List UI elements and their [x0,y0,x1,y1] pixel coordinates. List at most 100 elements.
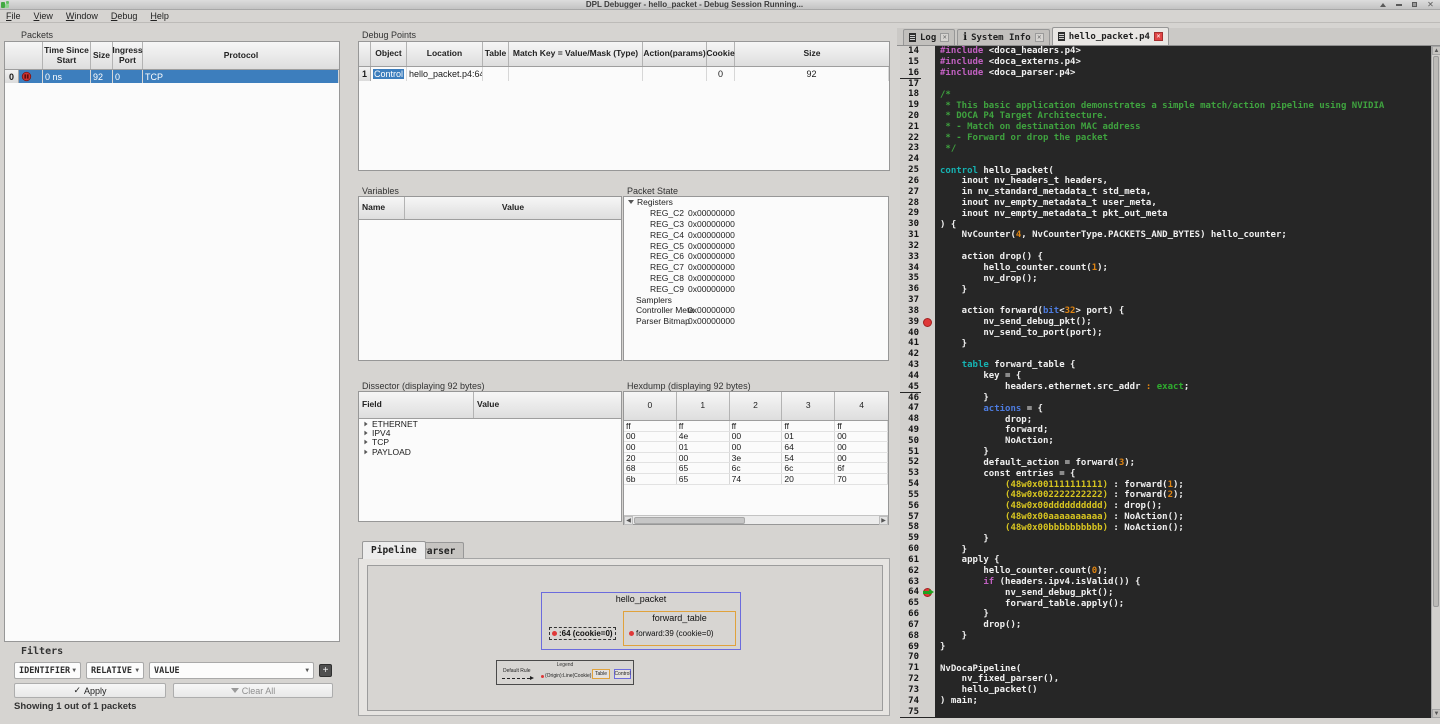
dissector-col-header[interactable]: Value [474,392,621,418]
breakpoint-gutter[interactable] [921,67,935,79]
tree-item[interactable]: REG_C4 0x00000000 [624,229,888,240]
packets-col-header[interactable]: Size [91,42,113,69]
tree-item[interactable]: Samplers [624,294,888,305]
filter-identifier-dropdown[interactable]: IDENTIFIER ▼ [14,662,81,679]
breakpoint-gutter[interactable] [921,511,935,523]
packets-col-header[interactable]: Time Since Start [43,42,91,69]
tree-item[interactable]: REG_C5 0x00000000 [624,240,888,251]
shade-window-icon[interactable] [1378,1,1387,9]
breakpoint-gutter[interactable] [921,110,935,122]
breakpoint-gutter[interactable] [921,338,935,350]
tab-pipeline[interactable]: Pipeline [362,541,426,559]
breakpoint-gutter[interactable] [921,284,935,296]
breakpoint-gutter[interactable] [921,630,935,642]
add-filter-button[interactable]: + [319,664,332,677]
breakpoint-gutter[interactable] [921,609,935,620]
breakpoint-gutter[interactable] [921,544,935,555]
breakpoint-gutter[interactable] [921,424,935,436]
hexdump-col-header[interactable]: 3 [782,392,836,420]
dissector-row[interactable]: IPV4 [359,428,621,438]
debug-points-col-header[interactable]: Match Key = Value/Mask (Type) [509,42,643,66]
debug-point-row[interactable]: 1 Control hello_packet.p4:64 0 92 [359,67,889,81]
breakpoint-gutter[interactable] [921,576,935,588]
tree-item[interactable]: REG_C3 0x00000000 [624,219,888,230]
close-tab-icon[interactable]: ✕ [1153,32,1163,41]
breakpoint-gutter[interactable] [921,208,935,220]
tree-item[interactable]: Registers [624,197,888,208]
breakpoint-gutter[interactable] [921,619,935,631]
dissector-row[interactable]: ETHERNET [359,419,621,429]
scroll-down-icon[interactable]: ▼ [1432,709,1440,718]
breakpoint-gutter[interactable] [921,641,935,653]
breakpoint-gutter[interactable] [921,186,935,198]
expand-icon[interactable] [364,421,368,427]
breakpoint-gutter[interactable] [921,230,935,241]
breakpoint-gutter[interactable] [921,175,935,187]
tree-item[interactable]: REG_C6 0x00000000 [624,251,888,262]
breakpoint-gutter[interactable] [921,165,935,176]
breakpoint-gutter[interactable] [921,381,935,393]
maximize-icon[interactable] [1410,1,1419,9]
hexdump-col-header[interactable]: 4 [835,392,888,420]
debug-points-col-header[interactable]: Object [371,42,407,66]
dissector-row[interactable]: PAYLOAD [359,447,621,457]
breakpoint-gutter[interactable] [921,695,935,707]
tab-hello-packet-p4[interactable]: hello_packet.p4 ✕ [1051,27,1169,45]
scrollbar-thumb[interactable] [634,516,745,524]
breakpoint-gutter[interactable] [921,457,935,469]
hexdump-col-header[interactable]: 0 [624,392,677,420]
breakpoint-gutter[interactable] [921,143,935,155]
close-window-icon[interactable]: ✕ [1426,0,1435,9]
breakpoint-gutter[interactable] [921,262,935,274]
packets-col-header[interactable]: Protocol [143,42,339,69]
hexdump-col-header[interactable]: 1 [677,392,730,420]
breakpoint-gutter[interactable] [921,587,935,599]
editor-scrollbar[interactable]: ▲ ▼ [1431,46,1440,718]
breakpoint-gutter[interactable] [921,46,935,57]
variables-col-header[interactable]: Name [359,197,405,219]
breakpoint-gutter[interactable] [921,273,935,285]
tree-item[interactable]: REG_C9 0x00000000 [624,283,888,294]
debug-points-col-header[interactable]: Location [407,42,483,66]
menu-window[interactable]: Window [66,11,98,21]
breakpoint-gutter[interactable] [921,500,935,512]
menu-file[interactable]: File [6,11,21,21]
breakpoint-gutter[interactable] [921,479,935,490]
breakpoint-gutter[interactable] [921,414,935,425]
breakpoint-gutter[interactable] [921,305,935,317]
hexdump-scrollbar[interactable]: ◀ ▶ [624,515,888,525]
debug-points-col-header[interactable]: Table [483,42,509,66]
dissector-row[interactable]: TCP [359,437,621,447]
breakpoint-gutter[interactable] [921,533,935,545]
pipeline-default-rule[interactable]: :64 (cookie=0) [549,627,616,640]
minimize-icon[interactable] [1394,1,1403,9]
expand-icon[interactable] [364,439,368,445]
breakpoint-gutter[interactable] [921,197,935,209]
breakpoint-gutter[interactable] [921,663,935,675]
tree-item[interactable]: REG_C7 0x00000000 [624,262,888,273]
tree-item[interactable]: REG_C2 0x00000000 [624,208,888,219]
debug-points-col-header[interactable]: Size [735,42,889,66]
hexdump-col-header[interactable]: 2 [730,392,783,420]
menu-view[interactable]: View [34,11,53,21]
breakpoint-gutter[interactable] [921,565,935,577]
breakpoint-gutter[interactable] [921,219,935,231]
menu-debug[interactable]: Debug [111,11,138,21]
pipeline-table-rule[interactable]: forward:39 (cookie=0) [629,629,714,638]
breakpoint-gutter[interactable] [921,554,935,566]
breakpoint-gutter[interactable] [921,403,935,415]
scroll-up-icon[interactable]: ▲ [1432,46,1440,55]
packet-row[interactable]: 00 ns 92 0 TCP [5,70,339,83]
expand-icon[interactable] [364,449,368,454]
breakpoint-gutter[interactable] [921,652,935,664]
debug-points-col-header[interactable]: Cookie [706,42,735,66]
menu-help[interactable]: Help [150,11,169,21]
breakpoint-gutter[interactable] [921,674,935,685]
breakpoint-gutter[interactable] [921,392,935,404]
breakpoint-gutter[interactable] [921,56,935,68]
breakpoint-gutter[interactable] [921,468,935,480]
packets-col-header[interactable]: Ingress Port [112,42,143,69]
breakpoint-gutter[interactable] [921,684,935,696]
breakpoint-gutter[interactable] [921,522,935,534]
breakpoint-icon[interactable] [923,317,932,327]
